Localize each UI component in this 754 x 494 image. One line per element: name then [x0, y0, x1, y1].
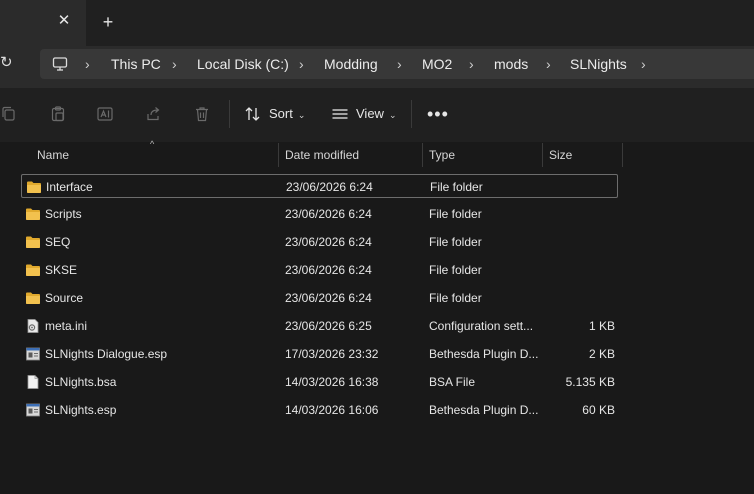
column-divider[interactable]	[422, 143, 423, 167]
config-file-icon	[27, 319, 39, 333]
rename-icon[interactable]	[96, 105, 114, 123]
sort-indicator-icon: ^	[150, 139, 155, 149]
toolbar-divider	[229, 100, 230, 128]
file-name: Interface	[46, 180, 93, 194]
file-name: SLNights.esp	[45, 403, 117, 417]
file-name: meta.ini	[45, 319, 88, 333]
tab-bar: ✕ +	[0, 0, 754, 46]
breadcrumb-slnights[interactable]: SLNights	[570, 55, 627, 73]
file-date: 23/06/2026 6:24	[285, 207, 372, 221]
file-type: Configuration sett...	[429, 319, 534, 333]
file-row[interactable]: SKSE 23/06/2026 6:24 File folder	[21, 258, 618, 282]
file-date: 23/06/2026 6:24	[285, 235, 372, 249]
file-name: SEQ	[45, 235, 71, 249]
this-pc-icon[interactable]	[52, 56, 68, 72]
file-type: Bethesda Plugin D...	[429, 403, 539, 417]
folder-icon	[26, 236, 40, 248]
close-icon[interactable]: ✕	[55, 12, 73, 30]
file-name: SLNights.bsa	[45, 375, 117, 389]
sort-button[interactable]: Sort ⌄	[269, 104, 305, 124]
toolbar-divider	[411, 100, 412, 128]
file-name: SLNights Dialogue.esp	[45, 347, 168, 361]
breadcrumb-this-pc[interactable]: This PC	[111, 55, 161, 73]
delete-icon[interactable]	[193, 105, 211, 123]
breadcrumb-separator[interactable]: ›	[85, 55, 90, 73]
file-row[interactable]: meta.ini 23/06/2026 6:25 Configuration s…	[21, 314, 618, 338]
file-row[interactable]: Scripts 23/06/2026 6:24 File folder	[21, 202, 618, 226]
file-size: 1 KB	[588, 319, 615, 333]
file-type: BSA File	[429, 375, 476, 389]
breadcrumb-separator[interactable]: ›	[397, 55, 402, 73]
sort-icon[interactable]	[244, 105, 262, 123]
file-row[interactable]: SEQ 23/06/2026 6:24 File folder	[21, 230, 618, 254]
file-row[interactable]: SLNights.esp 14/03/2026 16:06 Bethesda P…	[21, 398, 618, 422]
file-date: 14/03/2026 16:38	[285, 375, 379, 389]
view-icon[interactable]	[331, 105, 349, 123]
breadcrumb-local-disk[interactable]: Local Disk (C:)	[197, 55, 289, 73]
column-divider[interactable]	[622, 143, 623, 167]
plugin-file-icon	[26, 347, 40, 361]
breadcrumb-separator[interactable]: ›	[546, 55, 551, 73]
file-size	[543, 202, 615, 226]
file-size	[544, 175, 616, 199]
file-type: File folder	[429, 263, 482, 277]
file-date: 17/03/2026 23:32	[285, 347, 379, 361]
file-type: File folder	[429, 291, 482, 305]
folder-icon	[27, 181, 41, 193]
file-size	[543, 230, 615, 254]
breadcrumb-separator[interactable]: ›	[299, 55, 304, 73]
file-name: SKSE	[45, 263, 78, 277]
folder-icon	[26, 264, 40, 276]
new-tab-icon[interactable]: +	[98, 12, 118, 32]
refresh-icon[interactable]: ↻	[0, 54, 16, 72]
column-header-type[interactable]: Type	[429, 143, 455, 167]
plugin-file-icon	[26, 403, 40, 417]
file-row[interactable]: SLNights.bsa 14/03/2026 16:38 BSA File 5…	[21, 370, 618, 394]
folder-icon	[26, 292, 40, 304]
breadcrumb-mo2[interactable]: MO2	[422, 55, 452, 73]
file-size: 5.135 KB	[565, 375, 615, 389]
column-divider[interactable]	[278, 143, 279, 167]
column-header-size[interactable]: Size	[549, 143, 572, 167]
file-row[interactable]: Interface 23/06/2026 6:24 File folder	[21, 174, 618, 198]
file-size	[543, 286, 615, 310]
file-size: 60 KB	[582, 403, 615, 417]
breadcrumb-separator[interactable]: ›	[469, 55, 474, 73]
file-size	[543, 258, 615, 282]
column-divider[interactable]	[542, 143, 543, 167]
sort-label: Sort	[269, 106, 293, 121]
file-size: 2 KB	[588, 347, 615, 361]
file-date: 14/03/2026 16:06	[285, 403, 379, 417]
column-header-date[interactable]: Date modified	[285, 143, 359, 167]
breadcrumb-mods[interactable]: mods	[494, 55, 528, 73]
file-icon	[27, 375, 39, 389]
paste-icon[interactable]	[49, 105, 67, 123]
file-name: Scripts	[45, 207, 82, 221]
breadcrumb-separator[interactable]: ›	[641, 55, 646, 73]
file-type: File folder	[429, 235, 482, 249]
file-date: 23/06/2026 6:24	[286, 180, 373, 194]
copy-icon[interactable]	[0, 105, 18, 123]
file-type: File folder	[429, 207, 482, 221]
folder-icon	[26, 208, 40, 220]
column-header-name[interactable]: Name	[37, 143, 69, 167]
file-name: Source	[45, 291, 84, 305]
view-label: View	[356, 106, 384, 121]
file-date: 23/06/2026 6:24	[285, 263, 372, 277]
file-date: 23/06/2026 6:25	[285, 319, 372, 333]
more-options-icon[interactable]: •••	[427, 104, 449, 124]
file-type: Bethesda Plugin D...	[429, 347, 539, 361]
breadcrumb-separator[interactable]: ›	[172, 55, 177, 73]
file-row[interactable]: Source 23/06/2026 6:24 File folder	[21, 286, 618, 310]
chevron-down-icon: ⌄	[388, 110, 397, 120]
chevron-down-icon: ⌄	[297, 110, 306, 120]
file-row[interactable]: SLNights Dialogue.esp 17/03/2026 23:32 B…	[21, 342, 618, 366]
file-type: File folder	[430, 180, 483, 194]
tab-active[interactable]: ✕	[0, 0, 86, 46]
file-date: 23/06/2026 6:24	[285, 291, 372, 305]
share-icon[interactable]	[145, 105, 163, 123]
breadcrumb-modding[interactable]: Modding	[324, 55, 378, 73]
view-button[interactable]: View ⌄	[356, 104, 397, 124]
